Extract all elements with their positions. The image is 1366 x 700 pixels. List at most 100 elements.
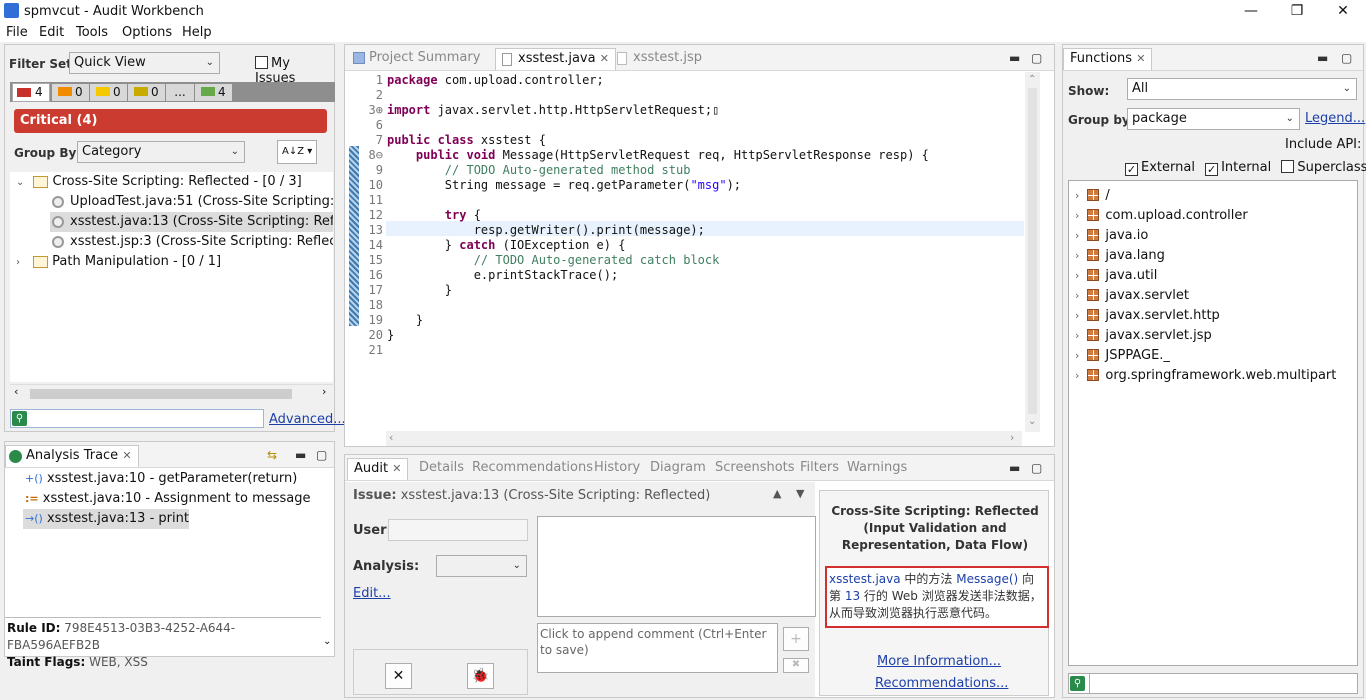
- maximize-view-icon[interactable]: ▢: [316, 448, 327, 462]
- close-tab-icon[interactable]: ✕: [392, 462, 401, 475]
- edit-link[interactable]: Edit...: [353, 586, 391, 601]
- maximize-view-icon[interactable]: ▢: [1031, 461, 1042, 475]
- code-line[interactable]: 17 }: [359, 283, 452, 298]
- tab-project-summary[interactable]: Project Summary: [349, 48, 486, 70]
- minimize-view-icon[interactable]: ▬: [295, 448, 306, 462]
- package-item[interactable]: › java.io: [1075, 226, 1355, 246]
- menu-edit[interactable]: Edit: [39, 25, 64, 40]
- tab-screenshots[interactable]: Screenshots: [709, 458, 801, 480]
- analysis-select[interactable]: ⌄: [436, 555, 527, 577]
- editor-horizontal-scrollbar[interactable]: ‹ ›: [386, 431, 1022, 446]
- code-line[interactable]: 13 resp.getWriter().print(message);: [359, 223, 705, 238]
- severity-tab-medium[interactable]: 0: [90, 84, 127, 101]
- tab-warnings[interactable]: Warnings: [841, 458, 913, 480]
- package-item[interactable]: › com.upload.controller: [1075, 206, 1355, 226]
- code-line[interactable]: 12 try {: [359, 208, 481, 223]
- more-information-link[interactable]: More Information...: [877, 654, 1001, 669]
- tab-xsstest-jsp[interactable]: xsstest.jsp: [611, 48, 708, 70]
- scrollbar-thumb[interactable]: [30, 389, 292, 399]
- scroll-left-icon[interactable]: ‹: [389, 431, 393, 444]
- code-line[interactable]: 20}: [359, 328, 395, 343]
- show-select[interactable]: All ⌄: [1127, 78, 1357, 100]
- maximize-view-icon[interactable]: ▢: [1341, 51, 1352, 65]
- expand-arrow-icon[interactable]: ›: [1075, 369, 1079, 382]
- functions-search-input[interactable]: ⚲: [1068, 673, 1358, 694]
- tree-category-xss[interactable]: ⌄ Cross-Site Scripting: Reflected - [0 /…: [16, 172, 332, 192]
- group-by-select[interactable]: Category ⌄: [77, 141, 245, 163]
- package-item[interactable]: › org.springframework.web.multipart: [1075, 366, 1355, 386]
- package-item[interactable]: › javax.servlet.http: [1075, 306, 1355, 326]
- code-line[interactable]: 18: [359, 298, 387, 313]
- code-line[interactable]: 2: [359, 88, 387, 103]
- tab-xsstest-java[interactable]: xsstest.java ✕: [495, 48, 616, 70]
- tab-analysis-trace[interactable]: Analysis Trace ✕: [5, 445, 139, 467]
- expand-arrow-icon[interactable]: ›: [1075, 289, 1079, 302]
- code-line[interactable]: 3⊕ import javax.servlet.http.HttpServletR…: [359, 103, 720, 118]
- legend-link[interactable]: Legend...: [1305, 111, 1365, 126]
- code-line[interactable]: 9 // TODO Auto-generated method stub: [359, 163, 691, 178]
- menu-help[interactable]: Help: [182, 25, 212, 40]
- prev-issue-icon[interactable]: ▲: [773, 487, 781, 500]
- expand-arrow-icon[interactable]: ›: [1075, 309, 1079, 322]
- scroll-right-icon[interactable]: ›: [322, 385, 326, 398]
- severity-tab-all[interactable]: 4: [195, 84, 232, 101]
- close-tab-icon[interactable]: ✕: [600, 52, 609, 65]
- code-line[interactable]: 6: [359, 118, 387, 133]
- maximize-view-icon[interactable]: ▢: [1031, 51, 1042, 65]
- tab-audit[interactable]: Audit ✕: [347, 458, 409, 480]
- tab-diagram[interactable]: Diagram: [644, 458, 712, 480]
- user-input[interactable]: [388, 519, 528, 541]
- external-checkbox[interactable]: ✓ External: [1125, 160, 1195, 176]
- severity-tab-critical[interactable]: 4: [12, 83, 50, 102]
- issue-search-input[interactable]: ⚲: [10, 409, 264, 428]
- code-line[interactable]: 1 package com.upload.controller;: [359, 73, 604, 88]
- tab-history[interactable]: History: [588, 458, 646, 480]
- scrollbar-thumb[interactable]: [1028, 88, 1037, 414]
- code-line[interactable]: 8⊖ public void Message(HttpServletReques…: [359, 148, 929, 163]
- expand-arrow-icon[interactable]: ›: [1075, 329, 1079, 342]
- code-line[interactable]: 15 // TODO Auto-generated catch block: [359, 253, 720, 268]
- tree-issue-uploadtest[interactable]: UploadTest.java:51 (Cross-Site Scripting…: [50, 192, 333, 212]
- clear-comment-button[interactable]: ✖: [783, 658, 809, 673]
- trace-nav-icon[interactable]: ⇆: [267, 448, 277, 462]
- comment-input[interactable]: Click to append comment (Ctrl+Enter to s…: [537, 623, 778, 673]
- severity-tab-low[interactable]: 0: [128, 84, 165, 101]
- code-line[interactable]: 16 e.printStackTrace();: [359, 268, 619, 283]
- advanced-link[interactable]: Advanced...: [269, 412, 346, 427]
- filter-set-select[interactable]: Quick View ⌄: [69, 52, 220, 74]
- close-tab-icon[interactable]: ✕: [122, 449, 131, 462]
- expand-arrow-icon[interactable]: ›: [1075, 189, 1079, 202]
- package-item[interactable]: › java.util: [1075, 266, 1355, 286]
- minimize-view-icon[interactable]: ▬: [1009, 51, 1020, 65]
- tree-category-path[interactable]: › Path Manipulation - [0 / 1]: [16, 252, 332, 272]
- chevron-down-icon[interactable]: ⌄: [323, 636, 331, 647]
- suppress-button[interactable]: ✕: [385, 663, 412, 689]
- trace-row[interactable]: := xsstest.java:10 - Assignment to messa…: [25, 489, 325, 509]
- recommendations-link[interactable]: Recommendations...: [875, 676, 1008, 691]
- code-area[interactable]: 1 package com.upload.controller; 2 3⊕ import…: [359, 73, 1025, 383]
- code-line[interactable]: 11: [359, 193, 387, 208]
- search-field[interactable]: [1089, 673, 1358, 694]
- sort-button[interactable]: A↓Z ▾: [277, 140, 317, 164]
- maximize-button[interactable]: ❐: [1274, 0, 1320, 22]
- tab-filters[interactable]: Filters: [794, 458, 845, 480]
- trace-row-selected[interactable]: →() xsstest.java:13 - print(0): [23, 509, 189, 529]
- expand-arrow-icon[interactable]: ›: [1075, 229, 1079, 242]
- menu-options[interactable]: Options: [122, 25, 172, 40]
- severity-tab-more[interactable]: ...: [166, 84, 194, 101]
- scroll-left-icon[interactable]: ‹: [14, 385, 18, 398]
- tab-functions[interactable]: Functions ✕: [1063, 48, 1153, 70]
- scroll-down-icon[interactable]: ⌄: [1028, 416, 1036, 427]
- tree-issue-xsstest-jsp[interactable]: xsstest.jsp:3 (Cross-Site Scripting: Ref…: [50, 232, 333, 252]
- minimize-view-icon[interactable]: ▬: [1009, 461, 1020, 475]
- code-line[interactable]: 14 } catch (IOException e) {: [359, 238, 626, 253]
- scroll-right-icon[interactable]: ›: [1010, 431, 1014, 444]
- scroll-up-icon[interactable]: ⌃: [1028, 74, 1036, 85]
- file-bug-button[interactable]: 🐞: [467, 663, 494, 689]
- code-line[interactable]: 7 public class xsstest {: [359, 133, 546, 148]
- expand-arrow-icon[interactable]: ›: [1075, 269, 1079, 282]
- expand-arrow-icon[interactable]: ›: [1075, 249, 1079, 262]
- editor-vertical-scrollbar[interactable]: ⌃ ⌄: [1025, 72, 1040, 432]
- next-issue-icon[interactable]: ▼: [796, 487, 804, 500]
- close-tab-icon[interactable]: ✕: [1136, 52, 1145, 65]
